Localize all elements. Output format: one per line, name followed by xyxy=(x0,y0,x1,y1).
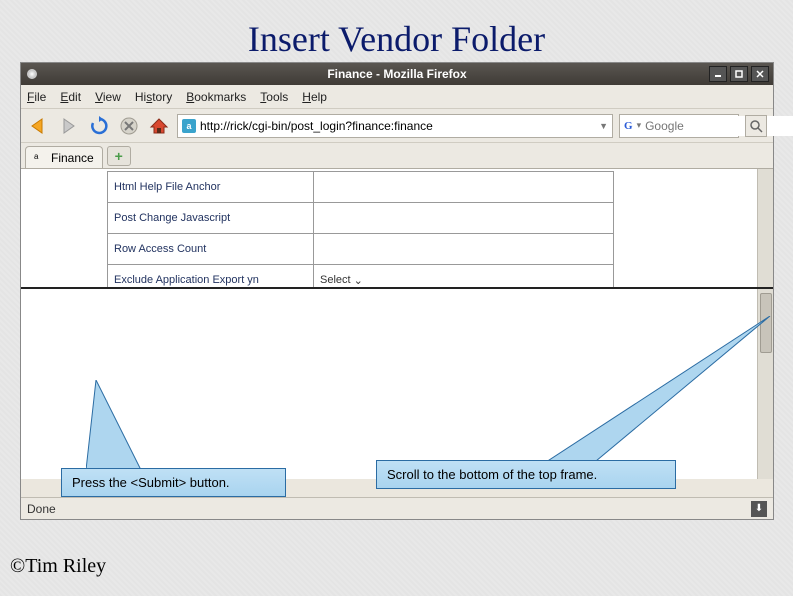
slide-title: Insert Vendor Folder xyxy=(0,18,793,60)
field-input-cell[interactable] xyxy=(314,234,614,265)
home-icon[interactable] xyxy=(147,114,171,138)
google-icon: G xyxy=(624,119,633,133)
chevron-down-icon: ⌄ xyxy=(354,274,363,287)
select-exclude-export[interactable]: Select ⌄ xyxy=(320,274,363,287)
forward-icon[interactable] xyxy=(57,114,81,138)
window-app-icon xyxy=(27,69,37,79)
field-input-cell[interactable] xyxy=(314,172,614,203)
menu-bar: File Edit View History Bookmarks Tools H… xyxy=(21,85,773,109)
status-text: Done xyxy=(27,502,56,516)
tab-bar: a Finance + xyxy=(21,143,773,169)
callout-scroll: Scroll to the bottom of the top frame. xyxy=(376,460,676,489)
back-icon[interactable] xyxy=(27,114,51,138)
url-bar[interactable]: a ▼ xyxy=(177,114,613,138)
status-bar: Done ⬇ xyxy=(21,497,773,519)
stop-icon[interactable] xyxy=(117,114,141,138)
url-input[interactable] xyxy=(200,116,595,136)
navigation-toolbar: a ▼ G ▾ xyxy=(21,109,773,143)
window-controls xyxy=(709,66,769,82)
maximize-button[interactable] xyxy=(730,66,748,82)
menu-history[interactable]: History xyxy=(135,90,172,104)
field-input-cell[interactable] xyxy=(314,203,614,234)
callout-text: Press the <Submit> button. xyxy=(72,475,230,490)
search-bar[interactable]: G ▾ xyxy=(619,114,739,138)
window-title: Finance - Mozilla Firefox xyxy=(327,67,466,81)
search-go-button[interactable] xyxy=(745,115,767,137)
table-row: Row Access Count xyxy=(108,234,614,265)
minimize-button[interactable] xyxy=(709,66,727,82)
url-history-dropdown-icon[interactable]: ▼ xyxy=(599,121,608,131)
menu-edit[interactable]: Edit xyxy=(60,90,81,104)
field-label: Row Access Count xyxy=(108,234,314,265)
table-row: Html Help File Anchor xyxy=(108,172,614,203)
menu-view[interactable]: View xyxy=(95,90,121,104)
tab-label: Finance xyxy=(51,151,94,165)
callout-arrow-right xyxy=(540,316,780,476)
download-icon[interactable]: ⬇ xyxy=(751,501,767,517)
tab-favicon-icon: a xyxy=(34,152,46,164)
menu-tools[interactable]: Tools xyxy=(260,90,288,104)
tab-finance[interactable]: a Finance xyxy=(25,146,103,168)
field-label: Post Change Javascript xyxy=(108,203,314,234)
close-button[interactable] xyxy=(751,66,769,82)
new-tab-button[interactable]: + xyxy=(107,146,131,166)
field-label: Html Help File Anchor xyxy=(108,172,314,203)
callout-submit: Press the <Submit> button. xyxy=(61,468,286,497)
callout-text: Scroll to the bottom of the top frame. xyxy=(387,467,597,482)
search-input[interactable] xyxy=(645,116,793,136)
reload-icon[interactable] xyxy=(87,114,111,138)
search-engine-dropdown-icon[interactable]: ▾ xyxy=(637,120,642,131)
window-titlebar: Finance - Mozilla Firefox xyxy=(21,63,773,85)
menu-file[interactable]: File xyxy=(27,90,46,104)
menu-help[interactable]: Help xyxy=(302,90,327,104)
site-favicon-icon: a xyxy=(182,119,196,133)
copyright-text: ©Tim Riley xyxy=(10,555,106,578)
table-row: Post Change Javascript xyxy=(108,203,614,234)
menu-bookmarks[interactable]: Bookmarks xyxy=(186,90,246,104)
